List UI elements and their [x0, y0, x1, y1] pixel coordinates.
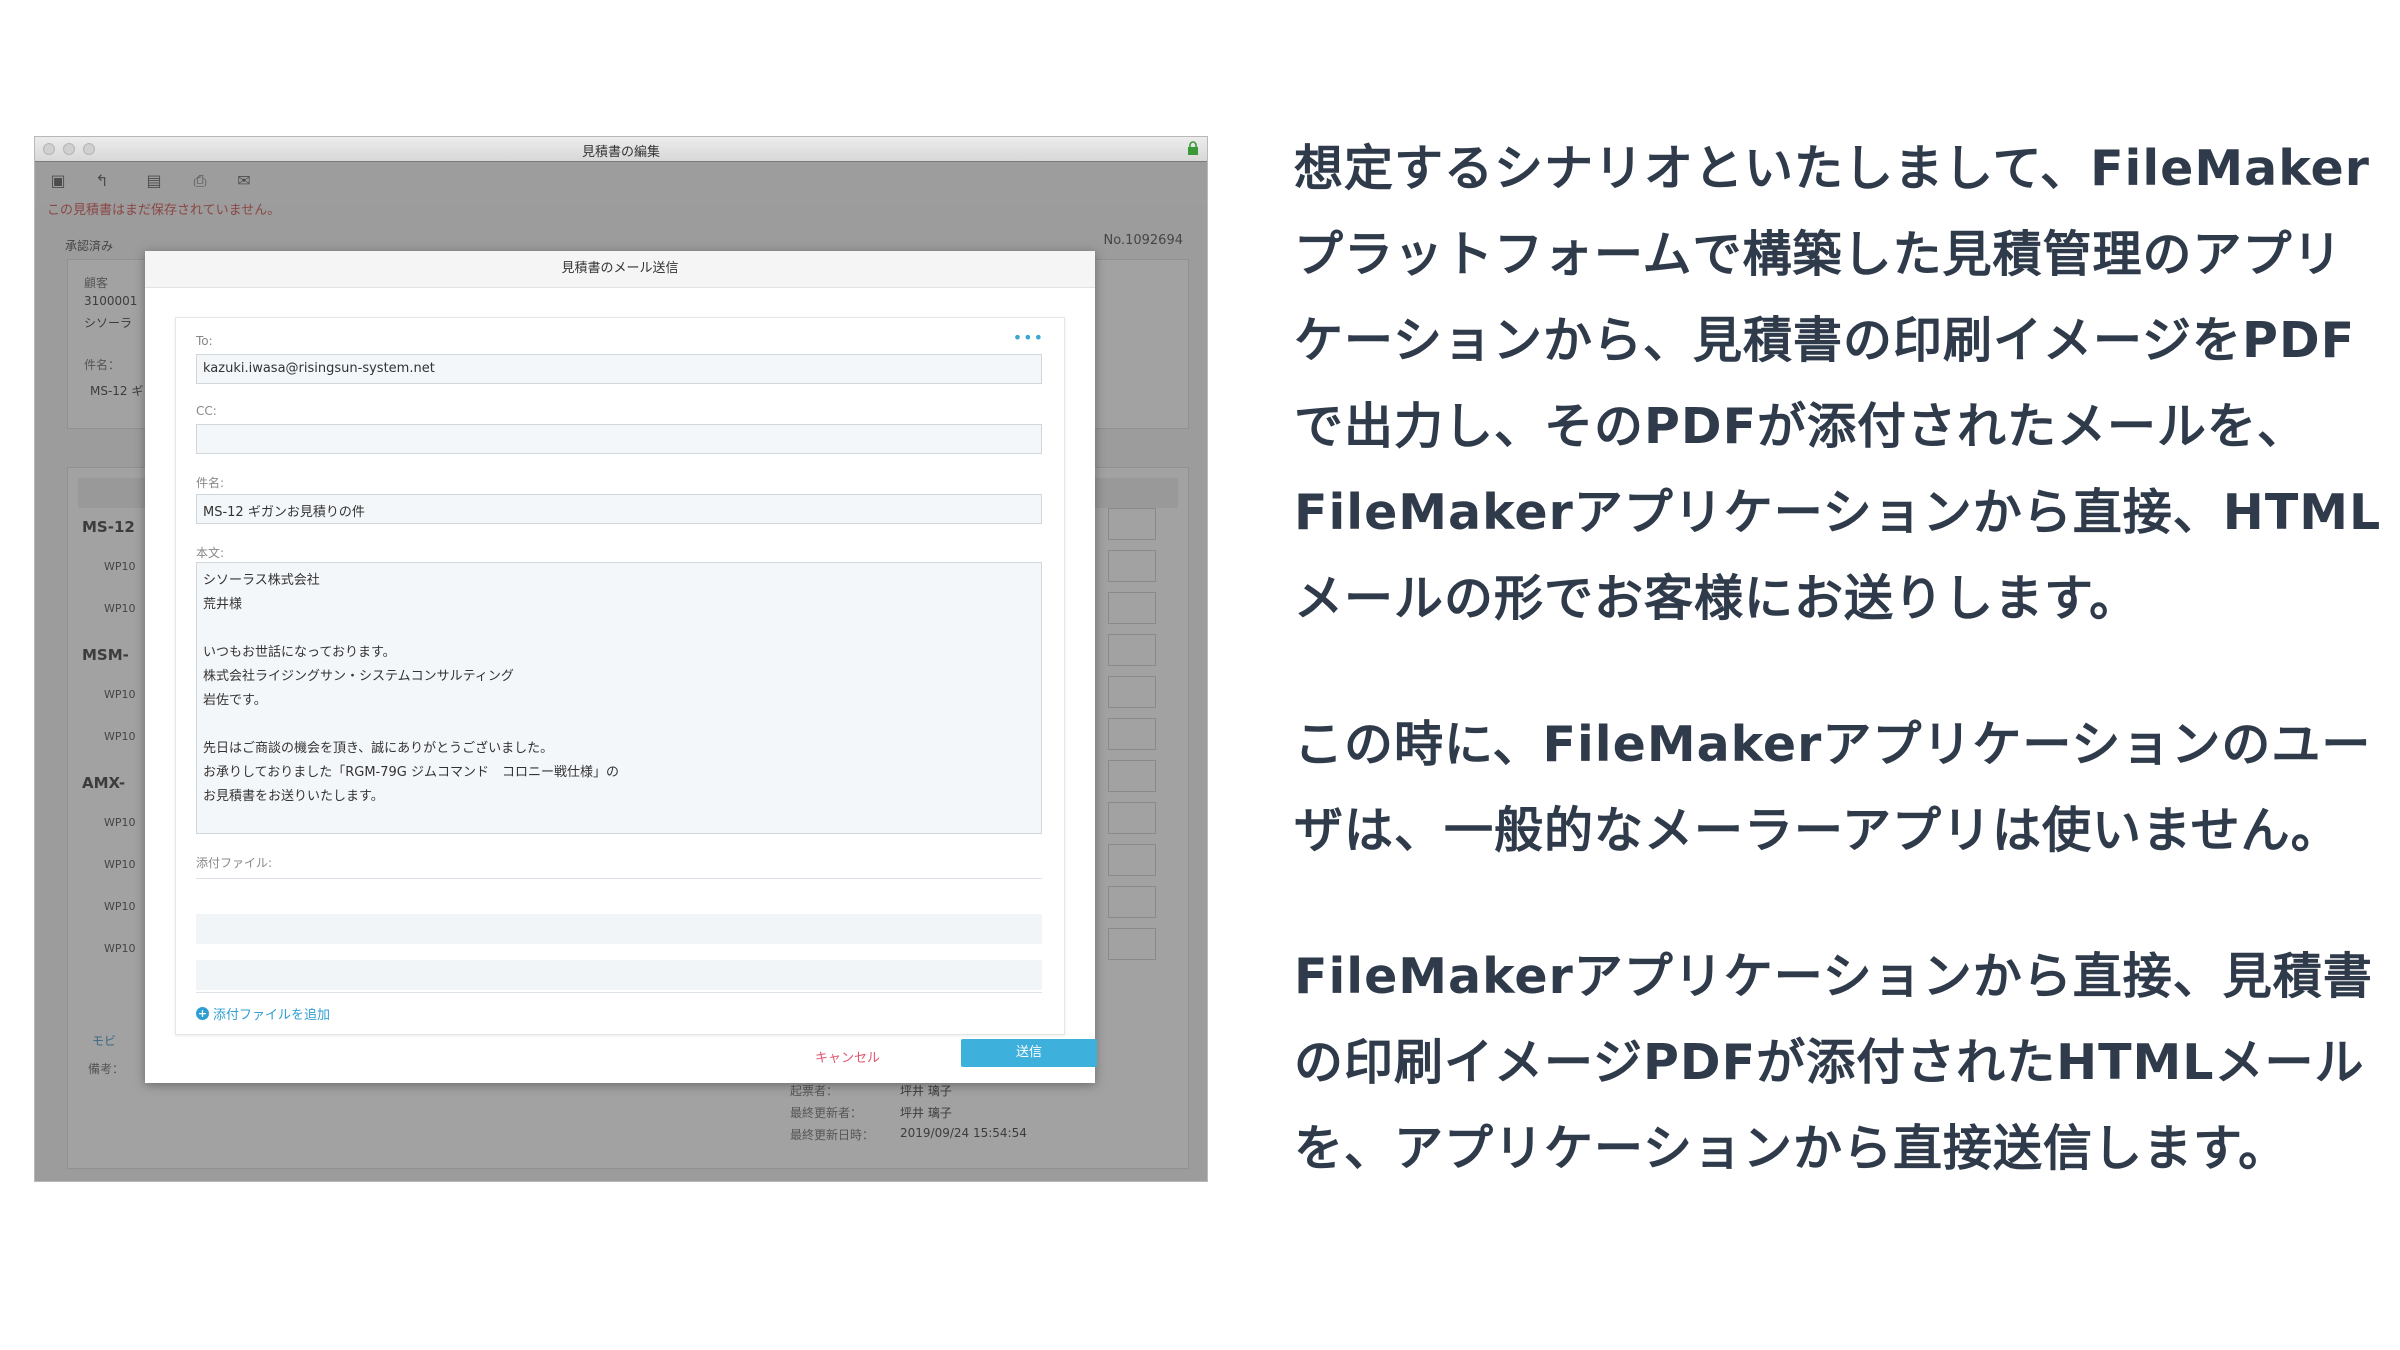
add-attachment-link[interactable]: + 添付ファイルを追加 [196, 1004, 330, 1023]
attachment-slot[interactable] [196, 960, 1042, 990]
mail-form-panel: ••• To: kazuki.iwasa@risingsun-system.ne… [175, 317, 1065, 1035]
add-attachment-label: 添付ファイルを追加 [213, 1008, 331, 1023]
description-line: を、アプリケーションから直接送信します。 [1294, 1120, 2289, 1177]
to-field[interactable]: kazuki.iwasa@risingsun-system.net [196, 354, 1042, 384]
to-label: To: [196, 334, 213, 348]
attachments-label: 添付ファイル: [196, 856, 273, 870]
subject-label: 件名: [196, 476, 225, 490]
description-paragraph-2: この時に、FileMakerアプリケーションのユー ザは、一般的なメーラーアプリ… [1294, 702, 2384, 874]
body-line: 岩佐です。 [203, 693, 267, 708]
lock-icon [1188, 141, 1198, 155]
subject-field[interactable]: MS-12 ギガンお見積りの件 [196, 494, 1042, 524]
body-line: 荒井様 [203, 597, 243, 612]
window-titlebar: 見積書の編集 [35, 137, 1207, 162]
cc-label: CC: [196, 404, 217, 418]
description-line: プラットフォームで構築した見積管理のアプリ [1294, 226, 2343, 283]
description-line: ザは、一般的なメーラーアプリは使いません。 [1294, 802, 2341, 859]
plus-circle-icon: + [196, 1007, 209, 1020]
body-line: いつもお世話になっております。 [203, 645, 396, 660]
description-line: ケーションから、見積書の印刷イメージをPDF [1294, 312, 2356, 369]
description-line: FileMakerアプリケーションから直接、見積書 [1294, 948, 2373, 1005]
send-button[interactable]: 送信 [961, 1039, 1097, 1067]
description-paragraph-1: 想定するシナリオといたしまして、FileMaker プラットフォームで構築した見… [1294, 126, 2384, 642]
attachment-slot[interactable] [196, 914, 1042, 944]
cc-field[interactable] [196, 424, 1042, 454]
app-window-screenshot: 見積書の編集 ▣ ↰ ▤ ⎙ ✉ この見積書はまだ保存されていません。 承認済み… [34, 136, 1208, 1182]
attachments-divider [196, 878, 1042, 879]
dialog-title: 見積書のメール送信 [145, 251, 1095, 288]
mail-send-dialog: 見積書のメール送信 ••• To: kazuki.iwasa@risingsun… [145, 251, 1097, 1083]
body-line: 先日はご商談の機会を頂き、誠にありがとうございました。 [203, 741, 554, 756]
body-line [203, 713, 1035, 737]
description-line: の印刷イメージPDFが添付されたHTMLメール [1294, 1034, 2365, 1091]
attachments-divider [196, 992, 1042, 993]
description-line: この時に、FileMakerアプリケーションのユー [1294, 716, 2372, 773]
description-line: 想定するシナリオといたしまして、FileMaker [1294, 140, 2370, 197]
body-line: お承りしておりました「RGM-79G ジムコマンド コロニー戦仕様」の [203, 765, 619, 780]
window-title: 見積書の編集 [581, 145, 660, 160]
body-line: お見積書をお送りいたします。 [203, 789, 384, 804]
cancel-button[interactable]: キャンセル [815, 1047, 880, 1066]
description-line: FileMakerアプリケーションから直接、HTML [1294, 484, 2382, 541]
body-textarea[interactable]: シソーラス株式会社 荒井様 いつもお世話になっております。 株式会社ライジングサ… [196, 562, 1042, 834]
body-line [203, 617, 1035, 641]
description-paragraph-3: FileMakerアプリケーションから直接、見積書 の印刷イメージPDFが添付さ… [1294, 934, 2384, 1192]
description-line: メールの形でお客様にお送りします。 [1294, 570, 2140, 627]
ellipsis-icon[interactable]: ••• [1013, 328, 1044, 347]
body-label: 本文: [196, 546, 225, 560]
body-line: シソーラス株式会社 [203, 573, 320, 588]
body-line: 株式会社ライジングサン・システムコンサルティング [203, 669, 514, 684]
description-line: で出力し、そのPDFが添付されたメールを、 [1294, 398, 2308, 455]
